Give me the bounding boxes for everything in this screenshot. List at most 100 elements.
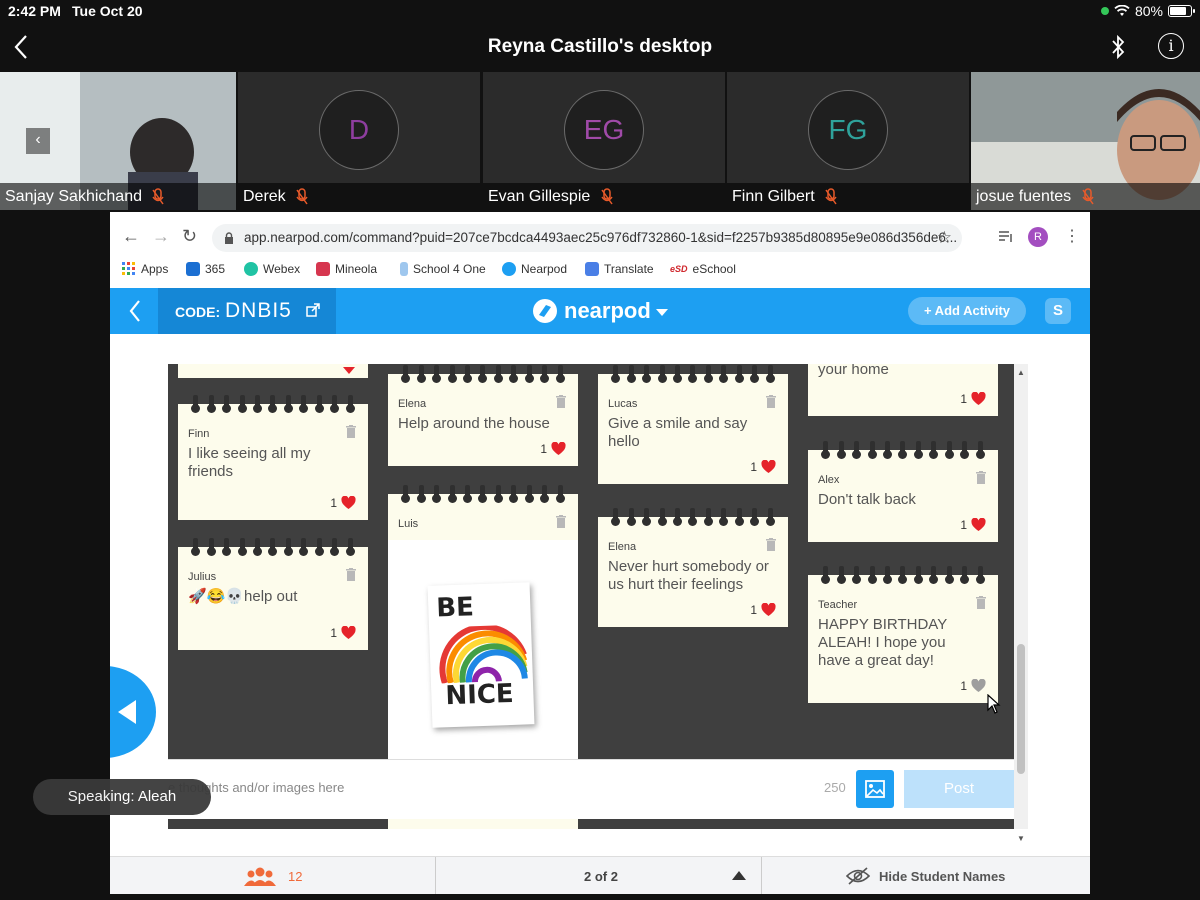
binder-rings [808, 441, 998, 459]
like-button[interactable]: 1 [330, 626, 356, 640]
post-card[interactable]: Elena Help around the house 1 [388, 365, 578, 466]
post-text: 🚀😂💀help out [188, 588, 298, 605]
post-card[interactable]: Alex Don't talk back 1 [808, 441, 998, 542]
like-button[interactable]: 1 [960, 518, 986, 532]
bookmark-label: School 4 One [413, 262, 486, 276]
participants-section[interactable]: 12 [110, 857, 436, 894]
trash-icon[interactable] [346, 425, 356, 438]
like-button[interactable]: 1 [330, 496, 356, 510]
like-button[interactable]: 1 [750, 460, 776, 474]
mic-muted-icon [825, 188, 837, 205]
post-author: Luis [398, 518, 419, 530]
post-button[interactable]: Post [904, 770, 1014, 808]
like-count: 1 [330, 496, 337, 510]
trash-icon[interactable] [346, 568, 356, 581]
browser-forward-icon[interactable]: → [152, 226, 170, 247]
trash-icon[interactable] [766, 395, 776, 408]
hide-student-names-toggle[interactable]: Hide Student Names [762, 857, 1090, 894]
mineola-icon [316, 262, 330, 276]
post-card[interactable]: Lucas Give a smile and say hello 1 [598, 365, 788, 484]
post-card[interactable]: Julius 🚀😂💀help out 1 [178, 538, 368, 650]
scroll-down-icon[interactable]: ▼ [1017, 834, 1025, 843]
participant-name-bar: Finn Gilbert [727, 183, 969, 210]
slide-menu-toggle-icon[interactable] [732, 871, 746, 880]
binder-rings [388, 485, 578, 503]
webex-icon [244, 262, 258, 276]
like-button[interactable]: 1 [750, 603, 776, 617]
post-author: Elena [608, 541, 637, 553]
bookmark-apps[interactable]: Apps [122, 262, 168, 276]
bookmark-translate[interactable]: Translate [585, 262, 654, 276]
bookmark-school-4-one[interactable]: School 4 One [400, 262, 486, 276]
apps-grid-icon [122, 262, 135, 275]
chevron-left-icon[interactable] [128, 298, 142, 324]
nearpod-logo-icon [533, 299, 557, 323]
student-view-button[interactable]: S [1045, 298, 1071, 324]
post-card[interactable] [178, 364, 368, 378]
bookmark-eschool[interactable]: eSD eSchool [670, 262, 736, 276]
board-scrollbar[interactable]: ▲ ▼ [1014, 364, 1028, 843]
session-code-box[interactable]: CODE: DNBI5 [158, 288, 336, 334]
like-count: 1 [960, 518, 967, 532]
post-card[interactable]: your home 1 [808, 364, 998, 416]
like-button[interactable]: 1 [540, 442, 566, 456]
students-icon [244, 867, 276, 886]
trash-icon[interactable] [976, 471, 986, 484]
heart-icon [343, 367, 355, 374]
battery-percent: 80% [1134, 3, 1163, 19]
trash-icon[interactable] [556, 515, 566, 528]
browser-menu-icon[interactable]: ⋮ [1064, 226, 1080, 246]
address-bar[interactable]: app.nearpod.com/command?puid=207ce7bcdca… [212, 224, 962, 252]
profile-avatar[interactable]: R [1028, 227, 1048, 247]
participant-tile[interactable]: josue fuentes [971, 72, 1200, 210]
arrow-left-icon [118, 700, 136, 724]
post-text: Help around the house [398, 415, 550, 432]
shared-screen: ← → ↻ app.nearpod.com/command?puid=207ce… [110, 212, 1090, 894]
bookmark-mineola[interactable]: Mineola [316, 262, 377, 276]
mic-muted-icon [152, 188, 165, 205]
like-button[interactable]: 1 [960, 679, 986, 693]
post-card[interactable]: Teacher HAPPY BIRTHDAY ALEAH! I hope you… [808, 566, 998, 703]
participant-name-bar: Evan Gillespie [483, 183, 725, 210]
bookmark-label: Webex [263, 262, 301, 276]
add-image-button[interactable] [856, 770, 894, 808]
trash-icon[interactable] [556, 395, 566, 408]
outlook-icon [186, 262, 200, 276]
trash-icon[interactable] [766, 538, 776, 551]
trash-icon[interactable] [976, 596, 986, 609]
info-icon[interactable]: i [1158, 33, 1184, 59]
scrollbar-thumb[interactable] [1017, 644, 1025, 774]
post-card[interactable]: Finn I like seeing all my friends 1 [178, 395, 368, 520]
like-button[interactable]: 1 [960, 392, 986, 406]
url-text: app.nearpod.com/command?puid=207ce7bcdca… [244, 230, 958, 245]
logo-dropdown-icon[interactable] [656, 309, 668, 316]
post-card[interactable]: Elena Never hurt somebody or us hurt the… [598, 508, 788, 627]
nearpod-logo-text: nearpod [564, 298, 651, 323]
strip-scroll-left-button[interactable]: ‹ [26, 128, 50, 154]
status-date: Tue Oct 20 [72, 3, 143, 19]
participant-name-bar: Sanjay Sakhichand [0, 183, 236, 210]
bookmark-365[interactable]: 365 [186, 262, 225, 276]
bookmark-star-icon[interactable]: ☆ [937, 224, 952, 252]
reading-list-icon[interactable] [998, 230, 1014, 244]
reload-icon[interactable]: ↻ [182, 226, 197, 247]
heart-icon [341, 626, 356, 639]
bookmark-nearpod[interactable]: Nearpod [502, 262, 567, 276]
slide-navigator[interactable]: 2 of 2 [436, 857, 762, 894]
bluetooth-icon[interactable] [1110, 34, 1126, 60]
participant-tile[interactable]: D Derek [238, 72, 480, 210]
mic-muted-icon [601, 188, 613, 205]
post-composer: e thoughts and/or images here 250 Post [168, 759, 1014, 819]
participant-tile[interactable]: EG Evan Gillespie [483, 72, 725, 210]
participant-tile[interactable]: ‹ Sanjay Sakhichand [0, 72, 236, 210]
scroll-up-icon[interactable]: ▲ [1017, 368, 1025, 377]
previous-slide-button[interactable] [110, 666, 156, 758]
add-activity-button[interactable]: + Add Activity [908, 297, 1026, 325]
post-text: Don't talk back [818, 491, 916, 508]
heart-icon [761, 603, 776, 616]
bookmark-webex[interactable]: Webex [244, 262, 300, 276]
browser-back-icon[interactable]: ← [122, 226, 140, 247]
participant-tile[interactable]: FG Finn Gilbert [727, 72, 969, 210]
participant-name-bar: josue fuentes [971, 183, 1200, 210]
post-author: Alex [818, 474, 840, 486]
